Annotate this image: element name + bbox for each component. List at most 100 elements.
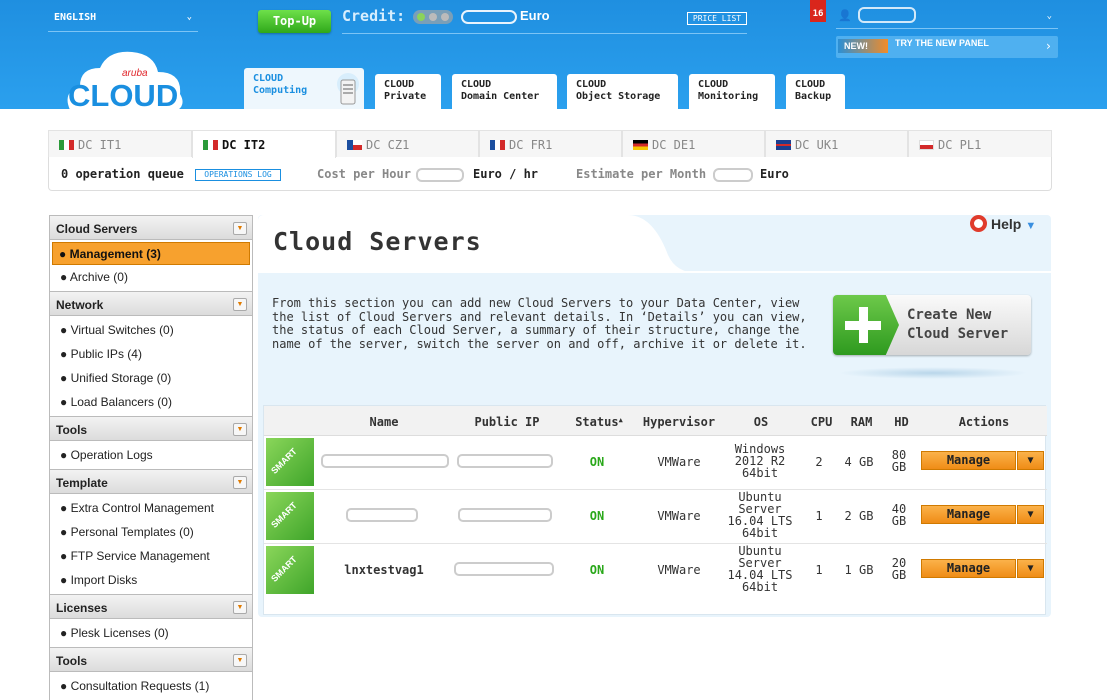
sidebar-item-personal-templates[interactable]: ● Personal Templates (0) [52, 520, 250, 544]
language-value: ENGLISH [54, 12, 97, 23]
server-name[interactable]: lnxtestvag1 [324, 563, 444, 577]
plus-icon [833, 295, 899, 355]
chevron-down-icon: ⌄ [1046, 11, 1052, 21]
status-value: ON [589, 563, 605, 577]
sidebar-item-management[interactable]: ● Management (3) [52, 242, 250, 265]
tab-line2: Object Storage [576, 91, 661, 102]
tab-cloud-private[interactable]: CLOUD Private [375, 74, 441, 109]
poland-flag-icon [919, 140, 934, 150]
chevron-down-icon[interactable]: ▼ [233, 476, 247, 489]
manage-dropdown-button[interactable]: ▼ [1017, 559, 1044, 578]
operations-log-button[interactable]: OPERATIONS LOG [195, 169, 281, 181]
chevron-down-icon[interactable]: ▼ [233, 601, 247, 614]
tab-cloud-computing[interactable]: CLOUD Computing [244, 68, 364, 109]
manage-button[interactable]: Manage [921, 559, 1016, 578]
smart-badge: SMART [266, 492, 314, 540]
section-title: Cloud Servers [56, 222, 138, 236]
cost-per-hour-label: Cost per Hour [317, 167, 411, 181]
dc-label: DC CZ1 [366, 138, 410, 152]
section-network[interactable]: Network ▼ [49, 291, 253, 316]
col-ram[interactable]: RAM [844, 415, 879, 429]
language-select[interactable]: ENGLISH ⌄ [48, 5, 198, 32]
cpu-value: 1 [815, 509, 823, 523]
sidebar-item-archive[interactable]: ● Archive (0) [52, 265, 250, 289]
manage-button[interactable]: Manage [921, 505, 1016, 524]
smart-badge: SMART [266, 438, 314, 486]
col-cpu[interactable]: CPU [804, 415, 839, 429]
create-label-2: Cloud Server [907, 326, 1009, 342]
sidebar-item-public-ips[interactable]: ● Public IPs (4) [52, 342, 250, 366]
smart-badge: SMART [266, 546, 314, 594]
os-value: Ubuntu Server 14.04 LTS 64bit [720, 545, 800, 593]
hd-value: 20 GB [884, 557, 914, 581]
sidebar-item-plesk-licenses[interactable]: ● Plesk Licenses (0) [52, 621, 250, 645]
manage-button[interactable]: Manage [921, 451, 1016, 470]
tab-dc-pl1[interactable]: DC PL1 [908, 130, 1052, 157]
tab-dc-cz1[interactable]: DC CZ1 [336, 130, 479, 157]
new-panel-banner[interactable]: NEW! TRY THE NEW PANEL › [836, 36, 1058, 58]
tab-dc-uk1[interactable]: DC UK1 [765, 130, 908, 157]
ram-value: 4 GB [844, 455, 874, 469]
col-name[interactable]: Name [354, 415, 414, 429]
tab-cloud-object-storage[interactable]: CLOUD Object Storage [567, 74, 678, 109]
tab-dc-it2[interactable]: DC IT2 [192, 130, 336, 158]
redacted-ip [454, 562, 554, 576]
section-template[interactable]: Template ▼ [49, 469, 253, 494]
table-row[interactable]: SMART lnxtestvag1 ON VMWare Ubuntu Server… [264, 544, 1047, 598]
tab-dc-it1[interactable]: DC IT1 [48, 130, 192, 157]
redacted-server-name [321, 454, 449, 468]
os-line: 64bit [741, 526, 779, 540]
chevron-down-icon[interactable]: ▼ [233, 298, 247, 311]
estimate-per-month-label: Estimate per Month [576, 167, 707, 181]
table-row[interactable]: SMART ON VMWare Windows 2012 R2 64bit 2 4 … [264, 436, 1047, 490]
tab-dc-de1[interactable]: DC DE1 [622, 130, 765, 157]
topup-button[interactable]: Top-Up [258, 10, 331, 33]
col-hypervisor[interactable]: Hypervisor [639, 415, 719, 429]
sidebar-item-operation-logs[interactable]: ● Operation Logs [52, 443, 250, 467]
sidebar-item-virtual-switches[interactable]: ● Virtual Switches (0) [52, 318, 250, 342]
uk-flag-icon [776, 140, 791, 150]
sidebar-item-consultation-requests[interactable]: ● Consultation Requests (1) [52, 674, 250, 698]
col-hd[interactable]: HD [884, 415, 919, 429]
tab-cloud-monitoring[interactable]: CLOUD Monitoring [689, 74, 775, 109]
cpu-value: 2 [815, 455, 823, 469]
manage-dropdown-button[interactable]: ▼ [1017, 505, 1044, 524]
tab-dc-fr1[interactable]: DC FR1 [479, 130, 622, 157]
section-licenses[interactable]: Licenses ▼ [49, 594, 253, 619]
redacted-username [858, 7, 916, 23]
italy-flag-icon [203, 140, 218, 150]
sidebar-item-extra-control[interactable]: ● Extra Control Management [52, 496, 250, 520]
os-value: Ubuntu Server 16.04 LTS 64bit [720, 491, 800, 539]
hd-value: 80 GB [884, 449, 914, 473]
chevron-down-icon[interactable]: ▼ [233, 423, 247, 436]
sidebar-item-import-disks[interactable]: ● Import Disks [52, 568, 250, 592]
os-line: 64bit [741, 466, 779, 480]
france-flag-icon [490, 140, 505, 150]
sidebar-item-load-balancers[interactable]: ● Load Balancers (0) [52, 390, 250, 414]
price-list-button[interactable]: PRICE LIST [687, 12, 747, 25]
chevron-down-icon[interactable]: ▼ [233, 654, 247, 667]
col-os[interactable]: OS [741, 415, 781, 429]
tab-line1: CLOUD [698, 79, 729, 90]
redacted-estimate [713, 168, 753, 182]
col-actions: Actions [958, 415, 1010, 429]
section-tools-2[interactable]: Tools ▼ [49, 647, 253, 672]
manage-dropdown-button[interactable]: ▼ [1017, 451, 1044, 470]
redacted-server-name [346, 508, 418, 522]
section-tools[interactable]: Tools ▼ [49, 416, 253, 441]
sidebar-item-unified-storage[interactable]: ● Unified Storage (0) [52, 366, 250, 390]
page-title: Cloud Servers [273, 227, 482, 256]
table-row[interactable]: SMART ON VMWare Ubuntu Server 16.04 LTS 64b… [264, 490, 1047, 544]
notification-badge[interactable]: 16 [810, 0, 826, 22]
tab-cloud-domain-center[interactable]: CLOUD Domain Center [452, 74, 557, 109]
help-button[interactable]: Help ▼ [970, 215, 1036, 232]
chevron-down-icon[interactable]: ▼ [233, 222, 247, 235]
sidebar-item-ftp-service[interactable]: ● FTP Service Management [52, 544, 250, 568]
create-cloud-server-button[interactable]: Create New Cloud Server [833, 295, 1031, 355]
user-menu[interactable]: 👤 ⌄ [836, 3, 1058, 29]
section-cloud-servers[interactable]: Cloud Servers ▼ [49, 215, 253, 240]
dc-label: DC DE1 [652, 138, 696, 152]
col-status[interactable]: Status▲ [569, 415, 629, 429]
tab-cloud-backup[interactable]: CLOUD Backup [786, 74, 845, 109]
col-public-ip[interactable]: Public IP [464, 415, 550, 429]
